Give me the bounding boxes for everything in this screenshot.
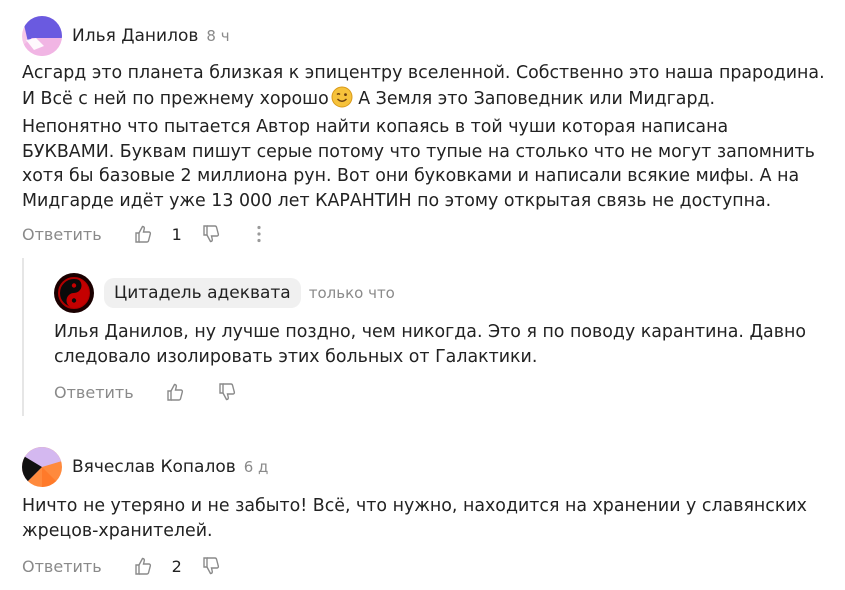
comment-line: жрецов-хранителей. [22,520,213,541]
comment-text: Асгард это планета близкая к эпицентру в… [22,61,825,214]
avatar[interactable] [22,447,62,487]
author-name[interactable]: Цитадель адеквата [104,278,301,308]
comment-line-part: А Земля это Заповедник или Мидгард. [352,88,716,109]
like-count: 1 [171,224,182,244]
avatar[interactable] [54,273,94,313]
comment-line: Мидгарде идёт уже 13 000 лет КАРАНТИН по… [22,190,772,211]
comment-text: Илья Данилов, ну лучше поздно, чем никог… [54,320,806,369]
comment-time: 8 ч [206,27,230,45]
comment-line: БУКВАМИ. Буквам пишут серые потому что т… [22,141,815,162]
comment-header: Цитадель адеквата только что [54,273,395,313]
reply-button[interactable]: Ответить [22,557,102,576]
comment-line: хотя бы базовые 2 миллиона рун. Вот они … [22,166,800,187]
comment-line: И Всё с ней по прежнему хорошо А Земля э… [22,86,825,116]
comment-text: Ничто не утеряно и не забыто! Всё, что н… [22,494,807,543]
comment-header: Вячеслав Копалов 6 д [22,447,268,487]
avatar[interactable] [22,16,62,56]
reply-button[interactable]: Ответить [54,383,134,402]
wink-emoji-icon [331,86,353,116]
comment-line: Ничто не утеряно и не забыто! Всё, что н… [22,496,807,516]
comment-time: только что [308,284,395,302]
thumbs-up-icon[interactable] [132,555,154,577]
thumbs-up-icon[interactable] [132,223,154,245]
comment-line: Асгард это планета близкая к эпицентру в… [22,63,825,83]
comment-line-part: И Всё с ней по прежнему хорошо [22,88,329,109]
comment-line: Непонятно что пытается Автор найти копая… [22,117,729,138]
comment-header: Илья Данилов 8 ч [22,16,230,56]
reply-button[interactable]: Ответить [22,225,102,244]
comment-time: 6 д [243,458,269,476]
comment-actions: Ответить 1 [22,222,270,246]
comment-actions: Ответить 2 [22,554,222,578]
more-vertical-icon[interactable] [248,223,270,245]
comment-actions: Ответить [54,380,238,404]
thumbs-down-icon[interactable] [216,381,238,403]
comment-line: Илья Данилов, ну лучше поздно, чем никог… [54,322,806,342]
like-count: 2 [171,556,182,576]
author-name[interactable]: Вячеслав Копалов [72,457,236,477]
thumbs-up-icon[interactable] [164,381,186,403]
thumbs-down-icon[interactable] [200,555,222,577]
reply-thread-line [22,258,24,416]
author-name[interactable]: Илья Данилов [72,26,198,46]
thumbs-down-icon[interactable] [200,223,222,245]
comment-line: следовало изолировать этих больных от Га… [54,346,538,367]
